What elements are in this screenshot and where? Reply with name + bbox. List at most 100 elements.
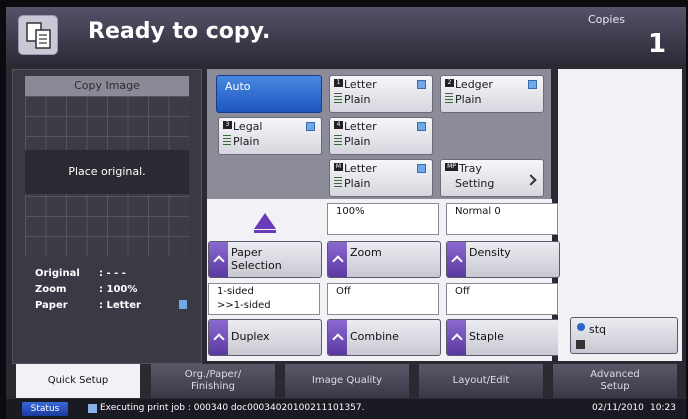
tab-label: Org./Paper/ [184,369,242,380]
tray-type-label: Plain [344,177,371,190]
zoom-button[interactable]: Zoom [327,241,441,278]
original-value: : - - - [99,268,126,279]
duplex-value-line1: 1-sided [217,286,254,297]
tab-org-paper-finishing[interactable]: Org./Paper/ Finishing [151,364,275,398]
combine-label: Combine [350,330,399,343]
paper-icon [306,122,315,131]
mp-setting-label: Setting [455,177,495,190]
staple-value-box: Off [446,283,558,315]
tab-advanced-setup[interactable]: Advanced Setup [553,364,677,398]
tab-bar: Quick Setup Org./Paper/ Finishing Image … [6,364,686,398]
zoom-value-text: 100% [336,206,365,217]
combine-value-text: Off [336,286,351,297]
paper-selection-button[interactable]: Paper Selection [208,241,322,278]
paper-icon [417,80,426,89]
tab-label-line2: Finishing [191,381,235,392]
tray-auto-label: Auto [225,80,251,93]
tab-label-line2: Setup [600,381,630,392]
chevron-right-icon [525,174,537,186]
paper-tray-panel: Auto 1 Letter Plain 2 Ledger Plain 3 Leg… [207,69,551,199]
function-panel: Paper Selection 100% Zoom Normal 0 Densi… [207,199,560,361]
tray-auto-button[interactable]: Auto [216,75,322,113]
tray-stack-icon [334,177,342,189]
tray-1-button[interactable]: 1 Letter Plain [329,75,433,113]
paper-icon [528,80,537,89]
duplex-button[interactable]: Duplex [208,319,322,356]
expand-icon [447,320,466,355]
paper-icon [417,164,426,173]
main-area: Auto 1 Letter Plain 2 Ledger Plain 3 Leg… [206,69,682,364]
tray-manual-button[interactable]: M Letter Plain [329,159,433,197]
document-icon [576,340,585,349]
tray-size-label: Ledger [455,78,493,91]
expand-icon [209,242,228,277]
tray-3-button[interactable]: 3 Legal Plain [218,117,322,155]
tab-image-quality[interactable]: Image Quality [285,364,409,398]
tray-number-badge: 2 [445,79,454,87]
paper-selection-line1: Paper [231,246,263,259]
tray-stack-icon [223,135,231,147]
zoom-label: Zoom [350,246,382,259]
staple-value-text: Off [455,286,470,297]
tab-quick-setup[interactable]: Quick Setup [16,364,140,398]
tray-stack-icon [334,135,342,147]
right-blank-panel [558,69,682,311]
print-job-icon [88,404,97,413]
copy-image-header: Copy Image [25,76,189,96]
zoom-label: Zoom [35,284,67,295]
tab-layout-edit[interactable]: Layout/Edit [419,364,543,398]
staple-button[interactable]: Staple [446,319,560,356]
stq-program-button[interactable]: stq [570,317,678,354]
tray-size-label: Letter [344,120,377,133]
paper-selection-label: Paper Selection [231,246,282,272]
tray-size-label: Legal [233,120,263,133]
expand-icon [209,320,228,355]
density-button[interactable]: Density [446,241,560,278]
combine-button[interactable]: Combine [327,319,441,356]
copies-count[interactable]: 1 [648,29,666,59]
tab-label: Quick Setup [47,375,109,386]
paper-selection-line2: Selection [231,259,282,272]
tray-stack-icon [445,93,453,105]
tray-number-badge: M [334,163,343,171]
status-title: Ready to copy. [88,19,271,44]
expand-icon [447,242,466,277]
paper-icon [179,300,187,309]
tab-label: Layout/Edit [452,375,510,386]
status-date: 02/11/2010 [592,403,644,413]
original-label: Original [35,268,80,279]
density-value-box: Normal 0 [446,203,558,235]
tray-size-label: Letter [344,78,377,91]
paper-selection-triangle-icon [254,213,276,229]
expand-icon [328,320,347,355]
paper-value: : Letter [99,300,141,311]
duplex-label: Duplex [231,330,270,343]
paper-label: Paper [35,300,68,311]
tray-type-label: Plain [233,135,260,148]
tray-number-badge: MP [445,163,458,171]
tray-type-label: Plain [344,135,371,148]
mp-tray-label: Tray [459,162,482,175]
combine-value-box: Off [327,283,439,315]
copy-preview-panel: Copy Image Place original. Original : - … [12,69,202,364]
paper-selection-bar [254,230,276,233]
tray-number-badge: 4 [334,121,343,129]
tray-4-button[interactable]: 4 Letter Plain [329,117,433,155]
expand-icon [328,242,347,277]
tray-number-badge: 1 [334,79,343,87]
header-bar: Ready to copy. Copies 1 [6,7,686,63]
status-time: 10:23 [650,403,676,413]
tray-type-label: Plain [455,93,482,106]
tray-2-button[interactable]: 2 Ledger Plain [440,75,544,113]
copy-icon [18,15,58,55]
status-button[interactable]: Status [22,402,68,416]
tab-label: Advanced [590,369,640,380]
zoom-value-box: 100% [327,203,439,235]
tray-size-label: Letter [344,162,377,175]
status-message: Executing print job : 000340 doc00034020… [100,403,365,413]
place-original-message: Place original. [25,150,189,194]
staple-label: Staple [469,330,504,343]
tray-stack-icon [334,93,342,105]
density-label: Density [469,246,511,259]
mp-tray-setting-button[interactable]: MP Tray Setting [440,159,544,197]
